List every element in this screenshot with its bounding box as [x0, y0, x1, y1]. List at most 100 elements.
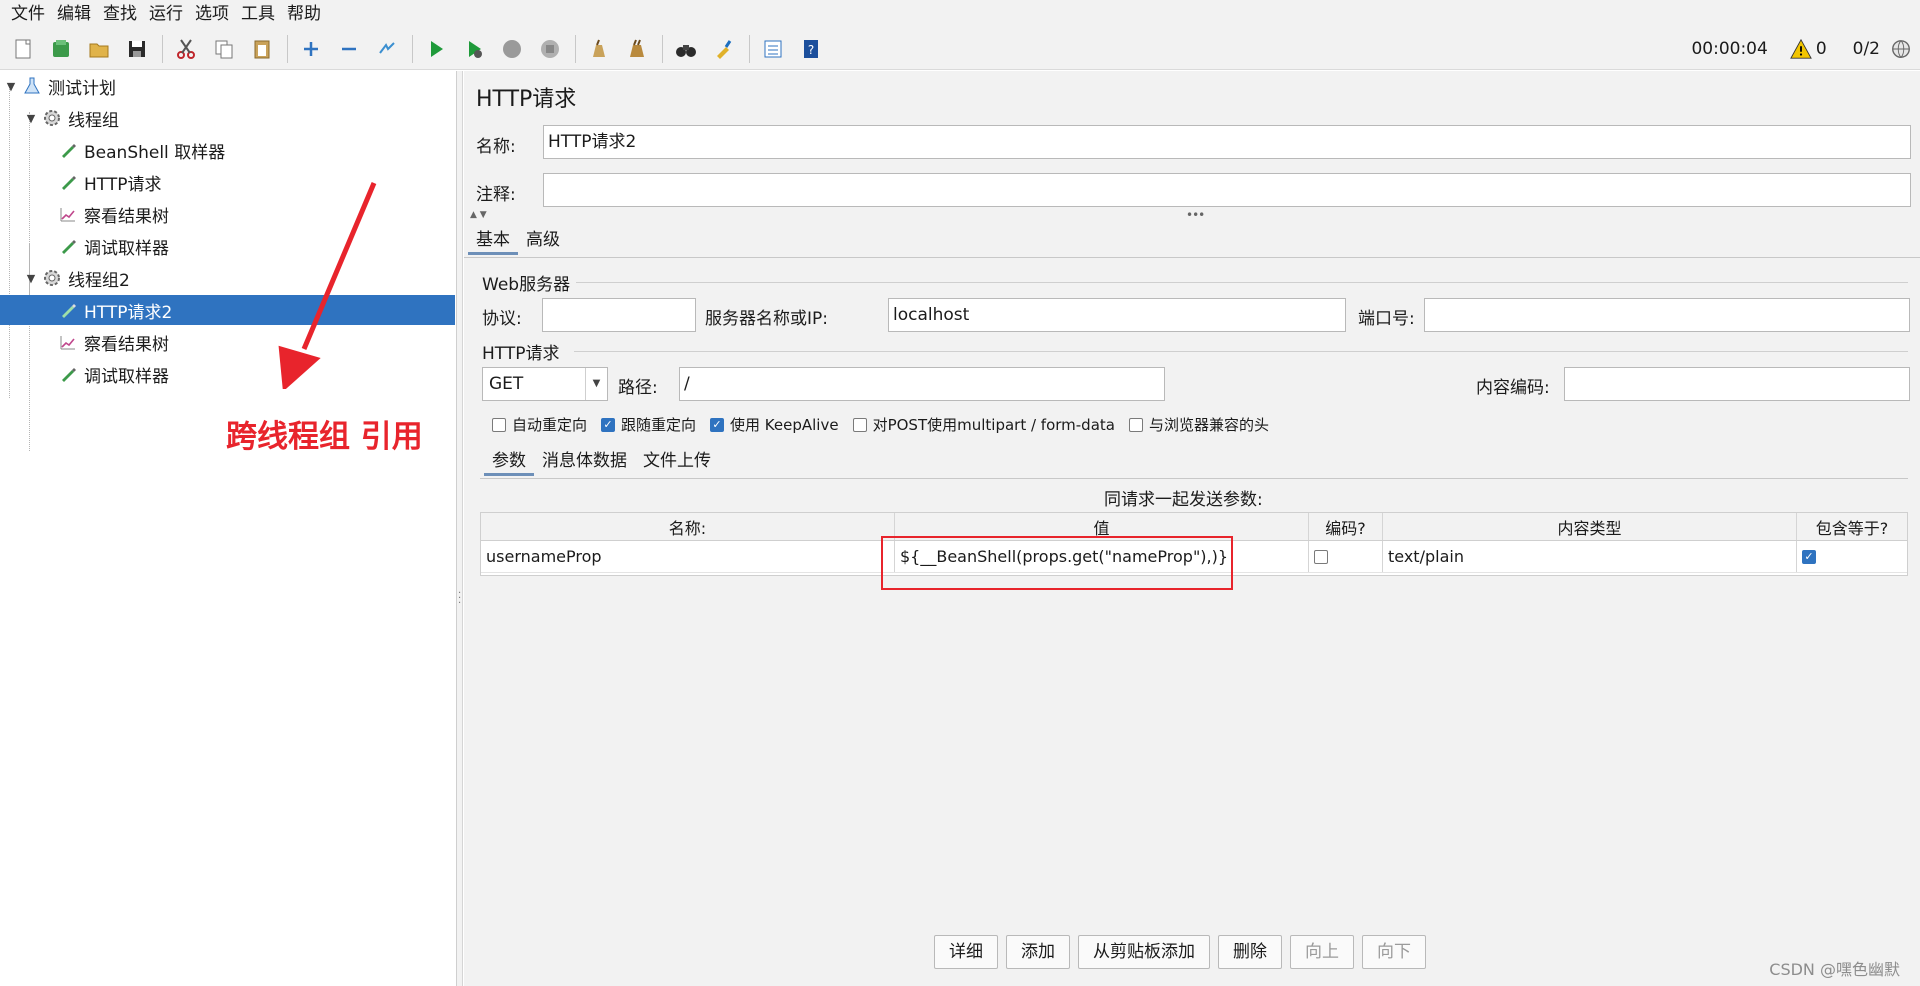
menu-help[interactable]: 帮助: [282, 0, 326, 28]
open-icon[interactable]: [84, 34, 114, 64]
shutdown-icon[interactable]: [535, 34, 565, 64]
svg-text:?: ?: [808, 43, 814, 57]
menu-options[interactable]: 选项: [190, 0, 234, 28]
warning-indicator[interactable]: 0: [1789, 38, 1827, 60]
section-rule: [576, 282, 1908, 283]
start-no-pause-icon[interactable]: [459, 34, 489, 64]
checkbox-box[interactable]: [1314, 549, 1328, 564]
checkbox-box[interactable]: [852, 417, 867, 432]
templates-icon[interactable]: [46, 34, 76, 64]
menu-tools[interactable]: 工具: [236, 0, 280, 28]
gear-icon: [42, 268, 62, 288]
comment-field[interactable]: [543, 173, 1911, 207]
collapse-bar[interactable]: ▲ ▼ •••: [464, 208, 1920, 222]
path-field[interactable]: /: [679, 367, 1165, 401]
tab-advanced[interactable]: 高级: [518, 225, 568, 255]
remote-status-icon: [1890, 38, 1912, 60]
checkbox-label: 跟随重定向: [621, 416, 697, 434]
reset-search-icon[interactable]: [709, 34, 739, 64]
column-header-encode[interactable]: 编码?: [1309, 513, 1383, 540]
move-down-button[interactable]: 向下: [1362, 935, 1426, 969]
collapse-toggle-icon[interactable]: ▼: [24, 111, 38, 125]
column-header-include-equals[interactable]: 包含等于?: [1797, 513, 1907, 540]
checkbox-box[interactable]: ✓: [710, 417, 725, 432]
menu-file[interactable]: 文件: [6, 0, 50, 28]
method-select[interactable]: GET ▼: [482, 367, 608, 401]
chevron-down-icon: ▼: [585, 368, 607, 400]
tree-node-thread-group[interactable]: ▼ 线程组: [0, 103, 455, 133]
options-row: 自动重定向 ✓ 跟随重定向 ✓ 使用 KeepAlive 对POST使用multip…: [492, 414, 1283, 435]
section-rule: [574, 351, 1908, 352]
checkbox-label: 对POST使用multipart / form-data: [872, 416, 1115, 434]
param-content-type-cell[interactable]: text/plain: [1383, 541, 1797, 572]
column-header-name[interactable]: 名称:: [481, 513, 895, 540]
add-button[interactable]: 添加: [1006, 935, 1070, 969]
tab-parameters[interactable]: 参数: [484, 446, 534, 476]
checkbox-browser-headers[interactable]: 与浏览器兼容的头: [1128, 414, 1269, 435]
server-field[interactable]: localhost: [888, 298, 1346, 332]
help-icon[interactable]: ?: [796, 34, 826, 64]
params-caption: 同请求一起发送参数:: [1104, 490, 1263, 510]
checkbox-multipart[interactable]: 对POST使用multipart / form-data: [852, 414, 1115, 435]
param-name-cell[interactable]: usernameProp: [481, 541, 895, 572]
menu-run[interactable]: 运行: [144, 0, 188, 28]
add-from-clipboard-button[interactable]: 从剪贴板添加: [1078, 935, 1210, 969]
tab-file-upload[interactable]: 文件上传: [635, 446, 719, 476]
new-icon[interactable]: [8, 34, 38, 64]
port-field[interactable]: [1424, 298, 1910, 332]
toolbar-separator: [575, 34, 576, 63]
checkbox-box[interactable]: [1128, 417, 1143, 432]
http-request-panel: HTTP请求 名称: HTTP请求2 注释: ▲ ▼ ••• 基本 高级 Web…: [464, 71, 1920, 986]
expand-icon[interactable]: [296, 34, 326, 64]
toolbar-separator: [287, 34, 288, 63]
copy-icon[interactable]: [209, 34, 239, 64]
tree-node-test-plan[interactable]: ▼ 测试计划: [0, 71, 455, 101]
warning-icon: [1789, 38, 1812, 59]
tab-body-data[interactable]: 消息体数据: [534, 446, 635, 476]
toggle-icon[interactable]: [372, 34, 402, 64]
protocol-field[interactable]: [542, 298, 696, 332]
checkbox-auto-redirect[interactable]: 自动重定向: [492, 414, 587, 435]
paste-icon[interactable]: [247, 34, 277, 64]
encoding-field[interactable]: [1564, 367, 1910, 401]
checkbox-box[interactable]: ✓: [1802, 549, 1816, 564]
menu-edit[interactable]: 编辑: [52, 0, 96, 28]
param-encode-cell[interactable]: [1309, 541, 1383, 572]
checkbox-keepalive[interactable]: ✓ 使用 KeepAlive: [710, 414, 839, 435]
toolbar-separator: [412, 34, 413, 63]
start-icon[interactable]: [421, 34, 451, 64]
binoculars-icon[interactable]: [671, 34, 701, 64]
table-button-bar: 详细 添加 从剪贴板添加 删除 向上 向下: [934, 935, 1434, 969]
function-helper-icon[interactable]: [758, 34, 788, 64]
collapse-toggle-icon[interactable]: ▼: [4, 79, 18, 93]
stop-icon[interactable]: [497, 34, 527, 64]
flask-icon: [22, 76, 42, 96]
save-icon[interactable]: [122, 34, 152, 64]
collapse-icon[interactable]: [334, 34, 364, 64]
tabs-divider: [464, 257, 1920, 258]
tab-basic[interactable]: 基本: [468, 225, 518, 255]
checkbox-label: 使用 KeepAlive: [730, 416, 839, 434]
clear-icon[interactable]: [584, 34, 614, 64]
name-field[interactable]: HTTP请求2: [543, 125, 1911, 159]
tree-node-label: 测试计划: [48, 78, 116, 99]
clear-all-icon[interactable]: [622, 34, 652, 64]
column-header-content-type[interactable]: 内容类型: [1383, 513, 1797, 540]
menu-search[interactable]: 查找: [98, 0, 142, 28]
tree-node-beanshell-sampler[interactable]: BeanShell 取样器: [0, 135, 455, 165]
delete-button[interactable]: 删除: [1218, 935, 1282, 969]
param-include-equals-cell[interactable]: ✓: [1797, 541, 1907, 572]
checkbox-box[interactable]: ✓: [601, 417, 616, 432]
collapse-toggle-icon[interactable]: ▼: [24, 271, 38, 285]
move-up-button[interactable]: 向上: [1290, 935, 1354, 969]
panel-splitter[interactable]: · · ·: [457, 71, 463, 986]
name-label: 名称:: [476, 137, 516, 157]
checkbox-box[interactable]: [492, 417, 506, 432]
tree-node-label: 线程组2: [68, 270, 130, 291]
cut-icon[interactable]: [171, 34, 201, 64]
sampler-pen-icon: [58, 140, 78, 160]
checkbox-follow-redirects[interactable]: ✓ 跟随重定向: [601, 414, 696, 435]
detail-button[interactable]: 详细: [934, 935, 998, 969]
tree-node-label: 调试取样器: [84, 238, 169, 259]
page-title: HTTP请求: [476, 87, 577, 112]
